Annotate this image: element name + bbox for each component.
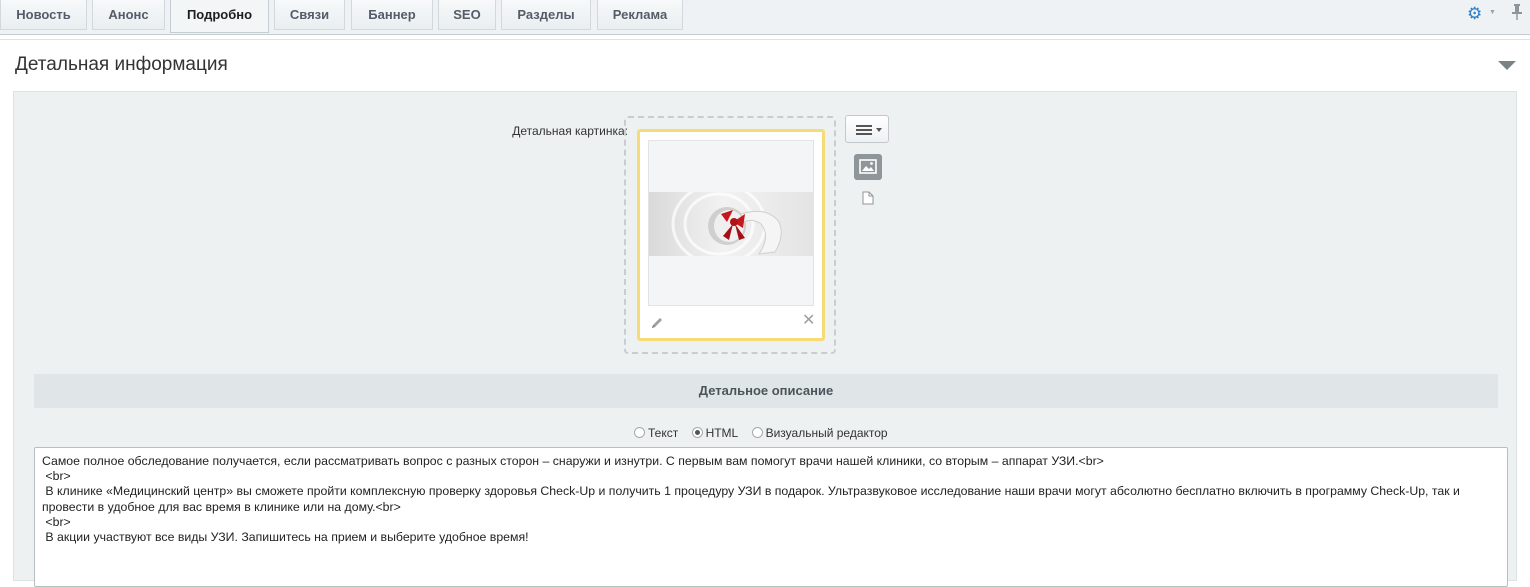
detail-picture-label: Детальная картинка: bbox=[512, 124, 628, 138]
tab-news[interactable]: Новость bbox=[0, 0, 87, 30]
file-icon[interactable] bbox=[862, 191, 874, 208]
mode-html-label: HTML bbox=[705, 426, 739, 440]
description-header: Детальное описание bbox=[34, 374, 1498, 408]
radio-icon[interactable] bbox=[751, 427, 763, 438]
description-textarea[interactable]: Самое полное обследование получается, ес… bbox=[34, 447, 1508, 587]
mode-visual-radio[interactable]: Визуальный редактор bbox=[751, 426, 888, 440]
mode-visual-label: Визуальный редактор bbox=[765, 426, 888, 440]
tab-seo[interactable]: SEO bbox=[438, 0, 496, 30]
pencil-icon[interactable] bbox=[650, 316, 664, 333]
tab-sections[interactable]: Разделы bbox=[501, 0, 591, 30]
detail-section: Детальная информация Детальная картинка: bbox=[0, 39, 1530, 587]
tab-ads[interactable]: Реклама bbox=[597, 0, 683, 30]
picture-card: ✕ bbox=[637, 129, 825, 341]
menu-icon bbox=[856, 125, 882, 135]
mode-text-radio[interactable]: Текст bbox=[634, 426, 678, 440]
radio-checked-icon[interactable] bbox=[691, 427, 703, 438]
pin-icon[interactable] bbox=[1511, 3, 1523, 24]
gear-icon[interactable]: ⚙ bbox=[1467, 4, 1482, 24]
mode-text-label: Текст bbox=[648, 426, 679, 440]
tab-banner[interactable]: Баннер bbox=[351, 0, 433, 30]
tab-bar: Новость Анонс Подробно Связи Баннер SEO … bbox=[0, 0, 1530, 35]
radio-icon[interactable] bbox=[634, 427, 645, 438]
close-icon[interactable]: ✕ bbox=[802, 313, 815, 329]
tab-links[interactable]: Связи bbox=[274, 0, 345, 30]
detail-panel: Детальная картинка: ✕ Детальное описание… bbox=[13, 91, 1517, 587]
collapse-icon[interactable] bbox=[1498, 61, 1516, 70]
image-icon[interactable] bbox=[854, 154, 882, 180]
tab-announce[interactable]: Анонс bbox=[92, 0, 165, 30]
picture-dropzone[interactable]: ✕ bbox=[624, 116, 836, 354]
description-mode-group: Текст HTML Визуальный редактор bbox=[634, 426, 898, 440]
picture-thumbnail[interactable] bbox=[649, 192, 813, 256]
picture-frame bbox=[648, 140, 814, 306]
mode-html-radio[interactable]: HTML bbox=[691, 426, 739, 440]
chevron-down-icon[interactable]: ▼ bbox=[1489, 9, 1496, 16]
tab-details[interactable]: Подробно bbox=[170, 0, 269, 33]
picture-menu-button[interactable] bbox=[845, 115, 889, 143]
section-title: Детальная информация bbox=[15, 54, 228, 75]
